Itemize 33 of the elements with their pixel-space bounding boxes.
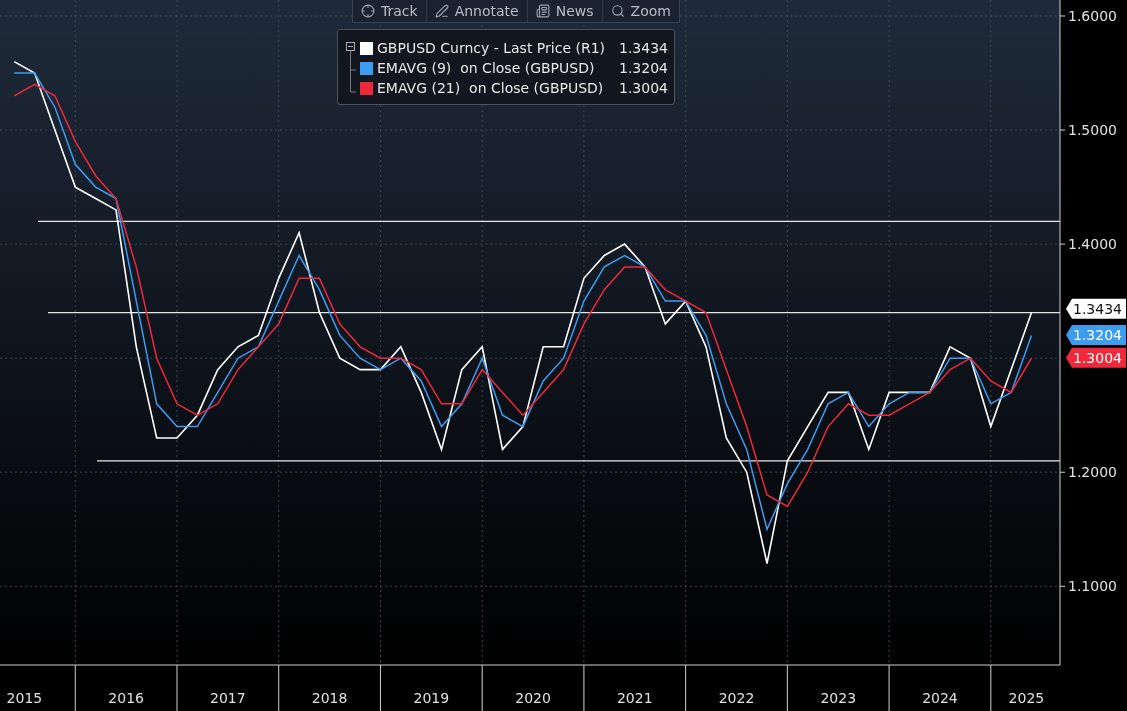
- axis-label: 1.6000: [1068, 7, 1117, 24]
- axis-label: 2024: [922, 690, 958, 706]
- newspaper-icon: [535, 4, 550, 18]
- search-icon: [610, 4, 625, 18]
- legend-label: EMAVG (9) on Close (GBPUSD): [377, 60, 595, 76]
- axis-label: 2016: [108, 690, 144, 706]
- legend-value: 1.3204: [618, 60, 668, 76]
- axis-label: 2018: [311, 690, 348, 706]
- crosshair-icon: [361, 4, 375, 18]
- axis-label: 1.2000: [1068, 464, 1117, 481]
- axis-label: 2017: [210, 690, 246, 706]
- zoom-button[interactable]: Zoom: [602, 0, 679, 22]
- legend-label: GBPUSD Curncy - Last Price (R1): [377, 40, 605, 56]
- axis-label: 2025: [1008, 690, 1045, 706]
- price-tag: 1.3004: [1066, 347, 1126, 368]
- axis-label: 2021: [616, 690, 653, 706]
- axis-label: 2023: [820, 690, 857, 706]
- axis-label: 2020: [515, 690, 551, 706]
- axis-label: 1.4000: [1068, 236, 1117, 253]
- legend-label: EMAVG (21) on Close (GBPUSD): [377, 80, 604, 96]
- axis-label: 2022: [718, 690, 755, 706]
- track-button[interactable]: Track: [353, 0, 427, 22]
- price-tag: 1.3434: [1066, 298, 1126, 319]
- legend-value: 1.3434: [618, 40, 668, 56]
- price-tag: 1.3204: [1066, 324, 1126, 345]
- axis-label: 1.1000: [1068, 578, 1117, 595]
- axis-label: 2015: [6, 690, 43, 706]
- annotate-button[interactable]: Annotate: [426, 0, 528, 22]
- pencil-icon: [434, 4, 449, 18]
- axis-label: 1.5000: [1068, 122, 1117, 139]
- axis-label: 2019: [413, 690, 450, 706]
- news-button[interactable]: News: [527, 0, 603, 22]
- legend-value: 1.3004: [618, 80, 668, 96]
